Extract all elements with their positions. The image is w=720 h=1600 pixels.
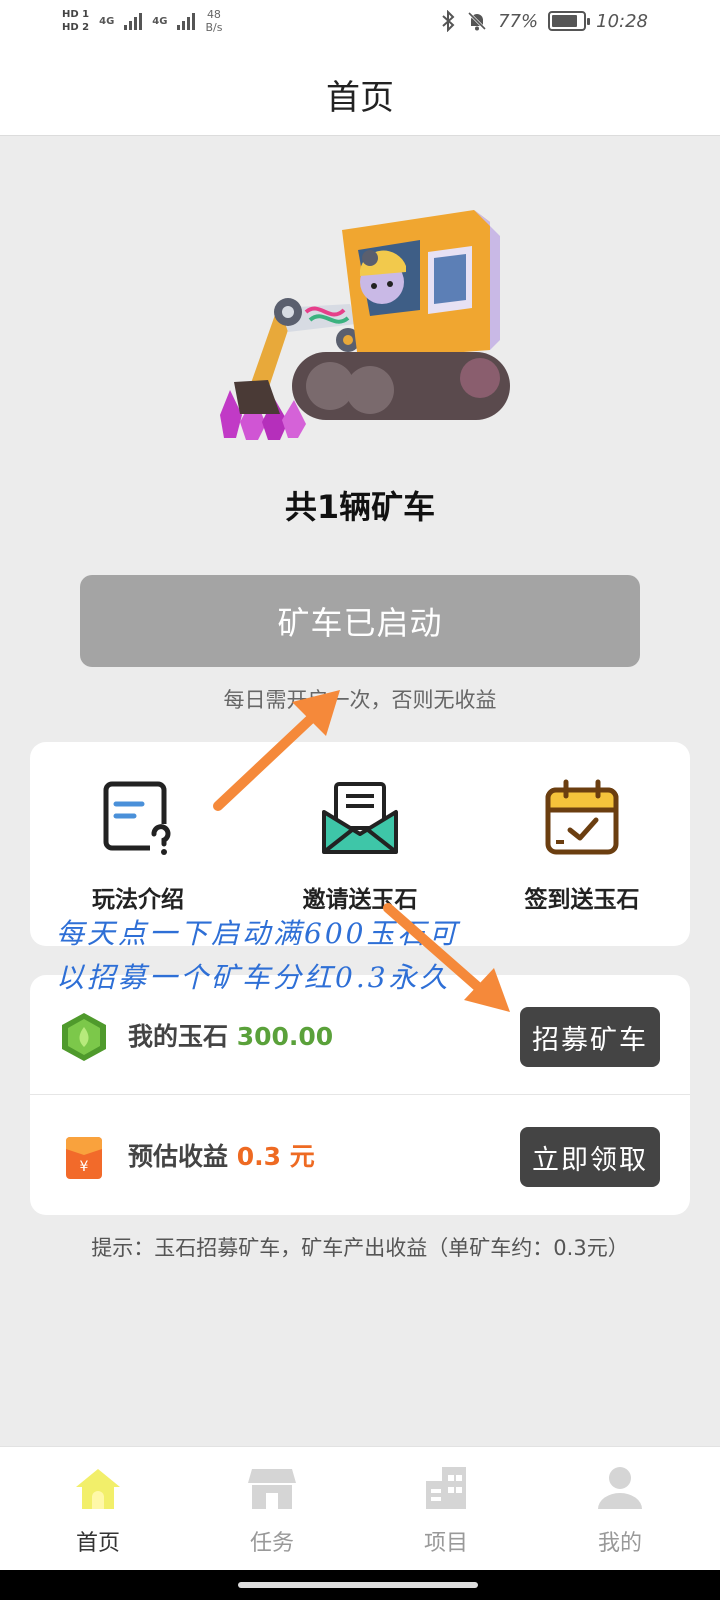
jade-text: 我的玉石 300.00 — [128, 1017, 333, 1053]
signal-icon-2 — [177, 12, 196, 30]
earnings-label: 预估收益 — [128, 1142, 229, 1171]
network-type-1: 4G — [99, 15, 115, 27]
jade-gem-icon — [62, 1013, 106, 1061]
hd-indicator: HD 1 HD 2 — [62, 8, 89, 34]
status-bar: HD 1 HD 2 4G 4G 48 B/s 77% 10:28 — [0, 0, 720, 48]
start-cart-button[interactable]: 矿车已启动 — [80, 575, 640, 667]
signal-icon — [124, 12, 143, 30]
home-indicator[interactable] — [238, 1582, 478, 1588]
network-speed: 48 B/s — [205, 8, 222, 34]
home-icon — [76, 1469, 120, 1509]
buildings-icon — [426, 1467, 466, 1509]
envelope-icon — [322, 782, 398, 854]
user-icon — [598, 1467, 642, 1509]
hd-top: HD 1 — [62, 9, 90, 20]
help-document-icon — [103, 781, 176, 856]
calendar-check-icon — [545, 779, 619, 855]
tab-label-projects: 项目 — [423, 1531, 468, 1556]
tab-label-tasks: 任务 — [249, 1531, 294, 1556]
jade-label: 我的玉石 — [128, 1022, 229, 1051]
feature-invite[interactable]: 邀请送玉石 — [270, 778, 450, 914]
earnings-value: 0.3 元 — [236, 1142, 315, 1171]
store-icon — [248, 1469, 296, 1509]
bluetooth-icon — [442, 10, 455, 32]
cart-count: 共1辆矿车 — [284, 488, 436, 526]
battery-percent: 77% — [498, 10, 539, 32]
red-envelope-icon: ¥ — [66, 1137, 102, 1179]
assets-panel: 我的玉石 300.00 招募矿车 ¥ 预估收益 0.3 元 立即领取 — [30, 975, 690, 1215]
claim-now-button[interactable]: 立即领取 — [520, 1127, 660, 1187]
earnings-row: ¥ 预估收益 0.3 元 立即领取 — [30, 1095, 690, 1215]
feature-label-invite: 邀请送玉石 — [302, 887, 418, 913]
tab-tasks[interactable]: 任务 — [212, 1465, 332, 1557]
feature-label-checkin: 签到送玉石 — [524, 887, 640, 913]
annotation-line-1: 每天点一下启动满600玉石可 — [56, 917, 460, 950]
speed-value: 48 — [206, 8, 221, 21]
tab-projects[interactable]: 项目 — [386, 1465, 506, 1557]
tab-mine[interactable]: 我的 — [560, 1465, 680, 1557]
network-type-2: 4G — [152, 15, 168, 27]
annotation-text: 每天点一下启动满600玉石可 以招募一个矿车分红0.3永久 — [56, 912, 459, 1000]
feature-checkin[interactable]: 签到送玉石 — [492, 778, 672, 914]
earnings-text: 预估收益 0.3 元 — [128, 1137, 315, 1173]
recruit-cart-button[interactable]: 招募矿车 — [520, 1007, 660, 1067]
feature-label-howto: 玩法介绍 — [92, 887, 184, 913]
page-title: 首页 — [326, 78, 394, 118]
system-nav-bar — [0, 1570, 720, 1600]
hd-bottom: HD 2 — [62, 22, 90, 33]
tab-home[interactable]: 首页 — [38, 1465, 158, 1557]
bottom-tab-bar: 首页 任务 项目 我的 — [0, 1446, 720, 1570]
status-time: 10:28 — [596, 10, 648, 32]
bell-off-icon — [468, 11, 487, 31]
page-header: 首页 — [0, 48, 720, 136]
tab-label-mine: 我的 — [597, 1531, 642, 1556]
svg-text:¥: ¥ — [80, 1159, 89, 1175]
excavator-illustration — [220, 210, 510, 440]
feature-howto[interactable]: 玩法介绍 — [48, 778, 228, 914]
status-left: HD 1 HD 2 4G 4G 48 B/s — [62, 8, 222, 34]
tab-label-home: 首页 — [75, 1531, 120, 1556]
jade-value: 300.00 — [236, 1022, 334, 1051]
status-right: 77% 10:28 — [440, 10, 648, 32]
tip-text: 提示：玉石招募矿车，矿车产出收益（单矿车约：0.3元） — [91, 1236, 629, 1260]
battery-icon — [548, 11, 591, 31]
annotation-line-2: 以招募一个矿车分红0.3永久 — [56, 961, 451, 994]
daily-hint: 每日需开启一次，否则无收益 — [223, 688, 497, 712]
speed-unit: B/s — [205, 21, 223, 34]
